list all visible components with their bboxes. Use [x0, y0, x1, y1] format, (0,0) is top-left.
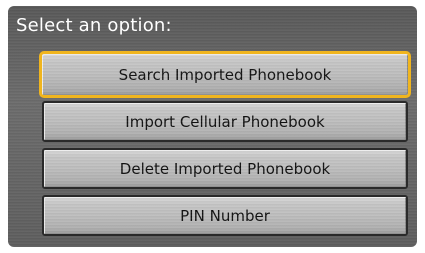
button-label: Import Cellular Phonebook: [125, 112, 325, 131]
button-label: Delete Imported Phonebook: [119, 159, 331, 178]
button-label: Search Imported Phonebook: [118, 65, 332, 84]
pin-number-button[interactable]: PIN Number: [42, 195, 408, 236]
import-cellular-phonebook-button[interactable]: Import Cellular Phonebook: [42, 101, 408, 142]
delete-imported-phonebook-button[interactable]: Delete Imported Phonebook: [42, 148, 408, 189]
search-imported-phonebook-button[interactable]: Search Imported Phonebook: [39, 51, 411, 98]
button-label: PIN Number: [180, 206, 270, 225]
option-menu: Search Imported Phonebook Import Cellula…: [39, 51, 411, 242]
navigation-screen: Select an option: Search Imported Phoneb…: [8, 6, 417, 247]
prompt-title: Select an option:: [16, 15, 172, 36]
